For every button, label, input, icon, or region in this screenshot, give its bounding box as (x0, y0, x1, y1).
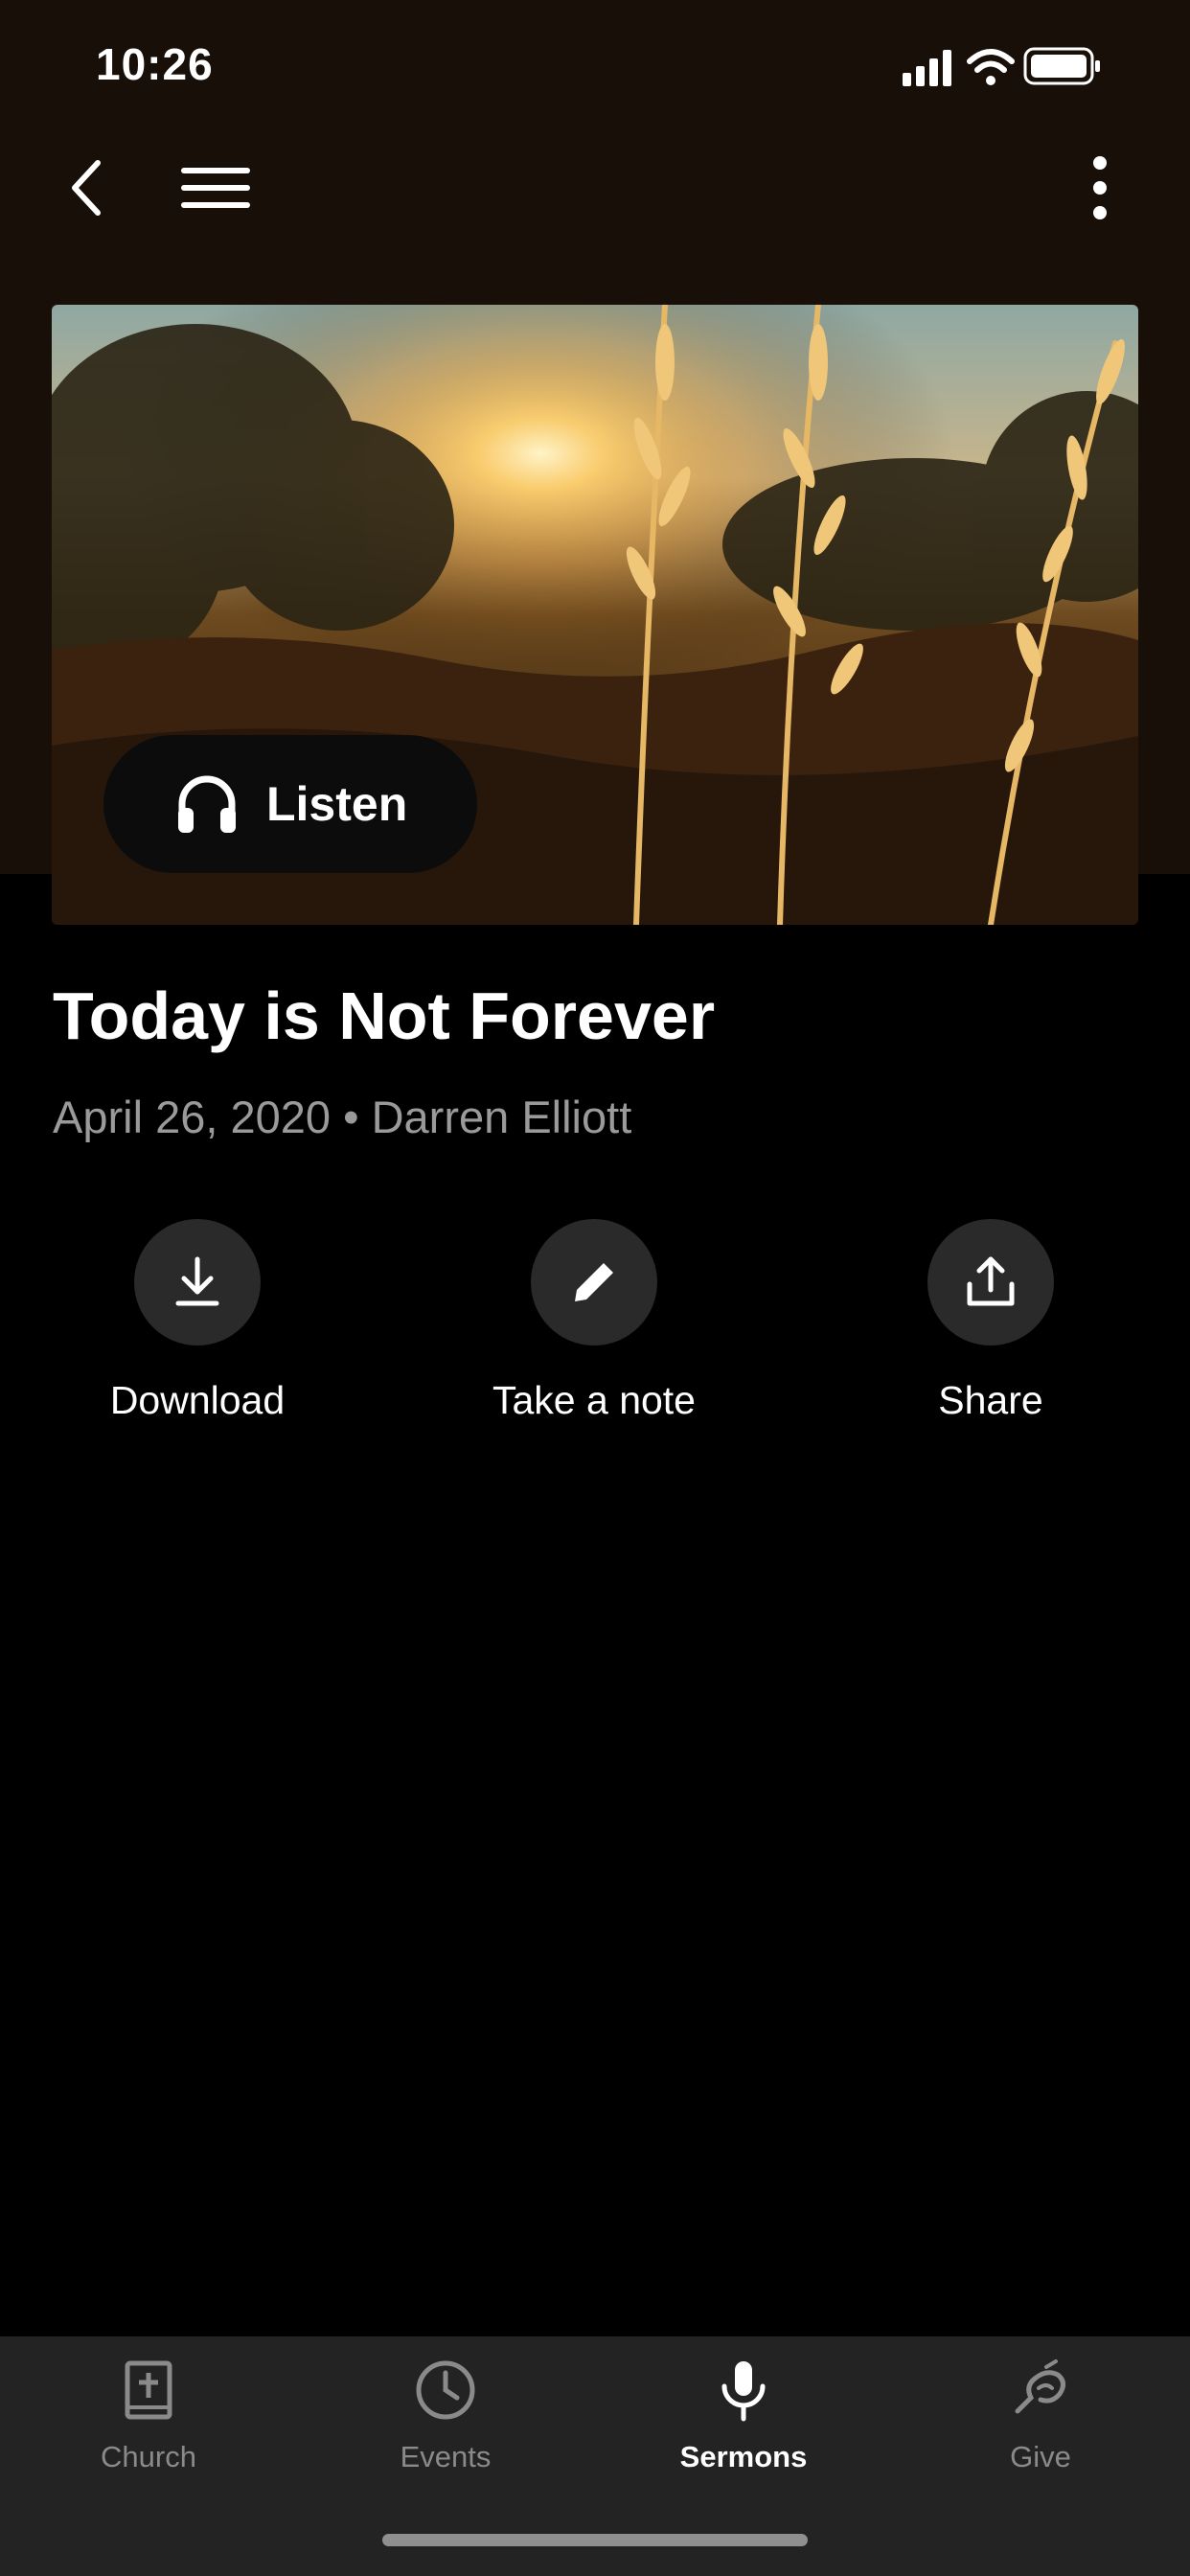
clock-icon (413, 2358, 478, 2423)
headphones-icon (172, 770, 241, 839)
tab-events-label: Events (400, 2440, 492, 2473)
back-button[interactable] (46, 144, 132, 230)
download-label: Download (109, 1378, 286, 1422)
listen-button[interactable]: Listen (103, 735, 477, 873)
take-note-icon-circle (531, 1219, 657, 1346)
microphone-icon (711, 2358, 776, 2423)
tab-give-label: Give (1010, 2440, 1071, 2473)
nav-bar (0, 144, 1190, 240)
share-label: Share (938, 1378, 1043, 1422)
vertical-ellipsis-icon (1093, 156, 1107, 219)
cellular-signal-icon (903, 50, 951, 86)
sermon-meta: April 26, 2020 • Darren Elliott (53, 1092, 632, 1142)
take-note-label: Take a note (492, 1378, 696, 1422)
download-icon-circle (134, 1219, 261, 1346)
take-note-button[interactable]: Take a note (450, 1219, 738, 1449)
download-icon (175, 1256, 219, 1306)
pencil-icon (575, 1263, 613, 1301)
sermon-title: Today is Not Forever (53, 978, 716, 1053)
more-options-button[interactable] (1057, 144, 1143, 230)
tab-church-label: Church (101, 2440, 196, 2473)
menu-button[interactable] (172, 144, 259, 230)
tab-sermons[interactable]: Sermons (629, 2336, 858, 2499)
tab-events[interactable]: Events (331, 2336, 561, 2499)
home-indicator (382, 2534, 808, 2546)
chevron-left-icon (72, 160, 101, 216)
listen-label: Listen (266, 777, 408, 831)
download-button[interactable]: Download (54, 1219, 341, 1449)
wifi-icon (967, 49, 1015, 85)
status-bar: 10:26 (0, 0, 1190, 134)
status-icons (903, 46, 1142, 88)
give-icon (1008, 2358, 1073, 2423)
tab-give[interactable]: Give (926, 2336, 1156, 2499)
share-button[interactable]: Share (847, 1219, 1134, 1449)
hamburger-menu-icon (181, 168, 250, 208)
share-icon (967, 1256, 1015, 1306)
status-time: 10:26 (96, 39, 214, 89)
battery-icon (1023, 47, 1100, 85)
tab-sermons-label: Sermons (679, 2440, 808, 2473)
share-icon-circle (927, 1219, 1054, 1346)
tab-church[interactable]: Church (34, 2336, 263, 2499)
bible-icon (116, 2358, 181, 2423)
